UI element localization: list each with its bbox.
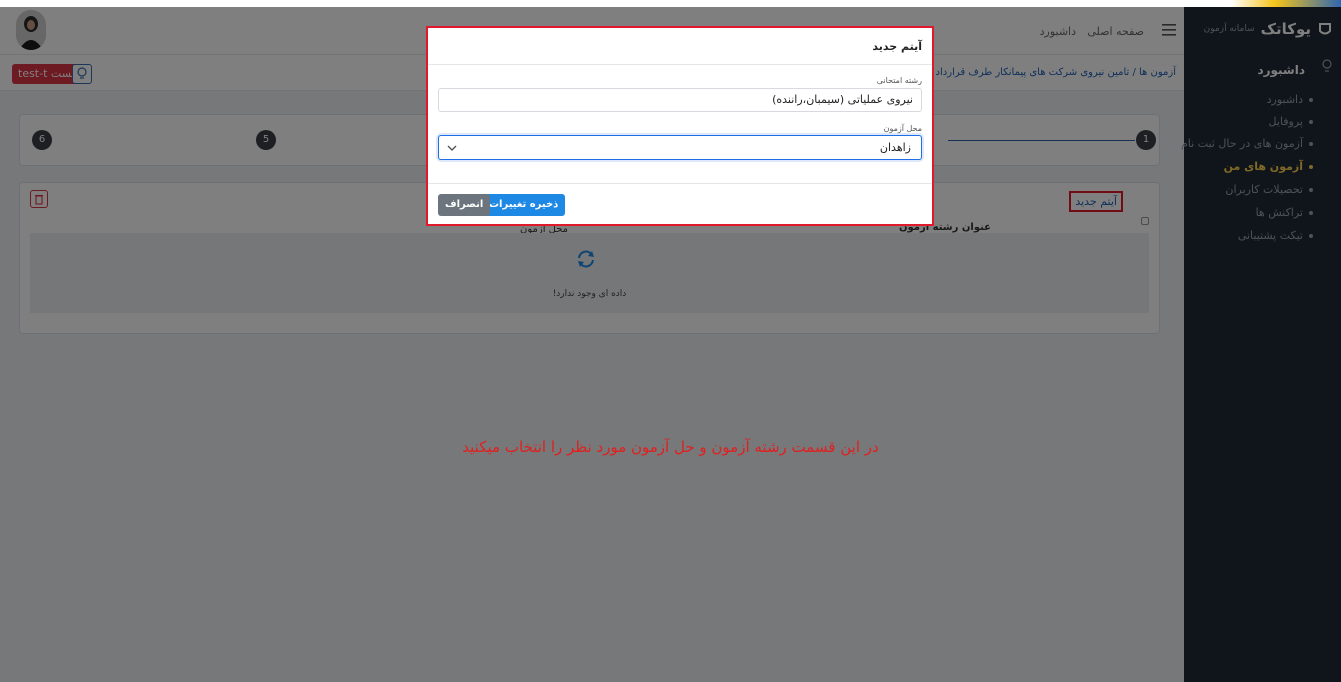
modal-header: آیتم جدید bbox=[428, 28, 932, 65]
cancel-button[interactable]: انصراف bbox=[438, 194, 491, 216]
annotation-text: در این قسمت رشته آزمون و حل آزمون مورد ن… bbox=[462, 438, 879, 456]
modal-footer: ذخیره تغییرات انصراف bbox=[428, 183, 932, 224]
chevron-down-icon bbox=[447, 145, 457, 151]
top-strip bbox=[0, 0, 1341, 7]
modal-title: آیتم جدید bbox=[872, 40, 922, 53]
brand-swoosh bbox=[1231, 0, 1341, 7]
new-item-modal: آیتم جدید رشته امتحانی نیروی عملیاتی (سی… bbox=[426, 26, 934, 226]
exam-field-input[interactable]: نیروی عملیاتی (سیمبان،راننده) bbox=[438, 88, 922, 112]
exam-field-label: رشته امتحانی bbox=[876, 76, 922, 85]
exam-location-label: محل آزمون bbox=[883, 124, 922, 133]
exam-location-value: زاهدان bbox=[879, 141, 911, 154]
save-changes-button[interactable]: ذخیره تغییرات bbox=[482, 194, 566, 216]
exam-location-select[interactable]: زاهدان bbox=[438, 135, 922, 160]
